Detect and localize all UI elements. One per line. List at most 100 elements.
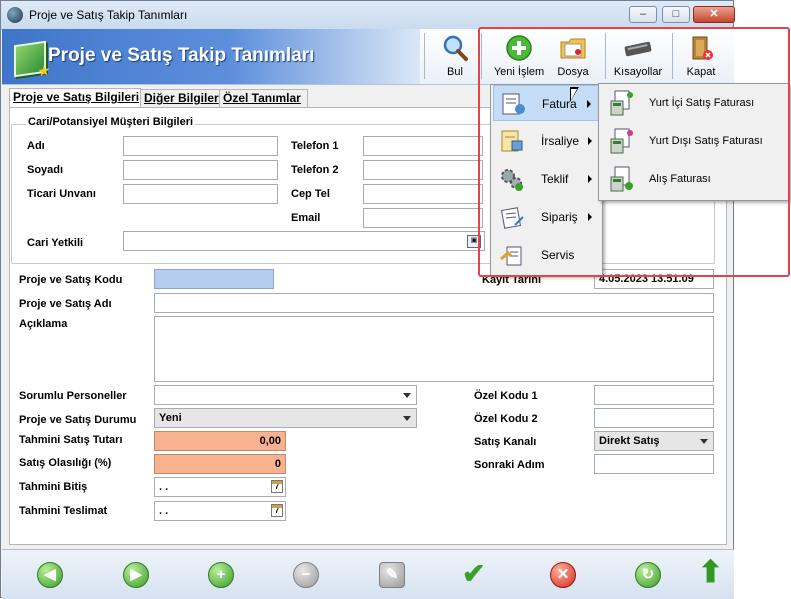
probability-field[interactable]: 0 [154, 454, 286, 474]
folder-icon [560, 38, 586, 59]
edit-record-icon[interactable]: ✎ [379, 562, 405, 588]
menu-item-order[interactable]: Sipariş [493, 199, 600, 235]
sales-channel-label: Satış Kanalı [474, 436, 537, 448]
arrow-up-icon[interactable]: ⬆ [698, 558, 723, 590]
estimated-delivery-field[interactable]: . . 7 [154, 501, 286, 521]
arrow-right-icon[interactable]: ▶ [123, 562, 149, 588]
estimated-end-field[interactable]: . . 7 [154, 477, 286, 497]
shortcuts-button[interactable]: Kısayollar [612, 31, 664, 81]
footer-toolbar: ◀ ▶ + − ✎ ✔ ✕ ↻ ⬆ [2, 549, 734, 599]
menu-item-offer[interactable]: Teklif [493, 161, 600, 197]
contact-label: Cari Yetkili [27, 237, 84, 249]
banner-title: Proje ve Satış Takip Tanımları [48, 45, 315, 66]
tab-other-info[interactable]: Diğer Bilgiler [140, 89, 221, 107]
mouse-cursor-icon [570, 87, 579, 102]
toolbar-separator [605, 33, 606, 79]
name-label: Adı [27, 140, 45, 152]
sales-channel-dropdown[interactable]: Direkt Satış [594, 431, 714, 451]
email-label: Email [291, 212, 321, 224]
menu-item-waybill[interactable]: İrsaliye [493, 123, 600, 159]
name-field[interactable] [123, 136, 278, 156]
estimated-amount-label: Tahmini Satış Tutarı [19, 434, 123, 446]
status-dropdown[interactable]: Yeni [154, 408, 417, 428]
tab-special-definitions[interactable]: Özel Tanımlar [219, 89, 308, 107]
responsible-dropdown[interactable] [154, 385, 417, 405]
window-title: Proje ve Satış Takip Tanımları [29, 8, 188, 22]
responsible-label: Sorumlu Personeller [19, 390, 127, 402]
tab-project-sales-info[interactable]: Proje ve Satış Bilgileri [9, 88, 141, 108]
service-icon [500, 246, 522, 266]
minimize-button[interactable]: – [629, 6, 657, 23]
submenu-item-domestic-sales-invoice[interactable]: Yurt İçi Satış Faturası [601, 85, 787, 121]
find-button-label: Bul [447, 66, 463, 78]
trade-title-label: Ticari Unvanı [27, 188, 96, 200]
foreign-sales-invoice-icon [610, 128, 633, 154]
special-code1-field[interactable] [594, 385, 714, 405]
toolbar-separator [481, 33, 482, 79]
special-code2-field[interactable] [594, 408, 714, 428]
arrow-left-icon[interactable]: ◀ [37, 562, 63, 588]
file-button-label: Dosya [557, 66, 589, 78]
delete-record-icon[interactable]: − [293, 562, 319, 588]
save-check-icon[interactable]: ✔ [462, 560, 490, 588]
lookup-icon[interactable]: ▣ [467, 235, 481, 248]
estimated-end-value: . . [159, 481, 169, 493]
customer-section-title: Cari/Potansiyel Müşteri Bilgileri [26, 116, 196, 128]
email-field[interactable] [363, 208, 483, 228]
magnifier-icon [443, 35, 468, 61]
estimated-amount-field[interactable]: 0,00 [154, 431, 286, 451]
trade-title-field[interactable] [123, 184, 278, 204]
app-icon [7, 7, 23, 23]
special-code1-label: Özel Kodu 1 [474, 390, 538, 402]
code-field[interactable] [154, 269, 274, 289]
mobile-field[interactable] [363, 184, 483, 204]
estimated-delivery-label: Tahmini Teslimat [19, 505, 108, 517]
order-icon [500, 207, 524, 229]
submenu-arrow-icon [588, 175, 592, 183]
toolbar-separator [424, 33, 425, 79]
status-label: Proje ve Satış Durumu [19, 414, 137, 426]
app-logo-icon [14, 40, 46, 78]
submenu-item-purchase-label: Alış Faturası [649, 173, 711, 185]
menu-item-service-label: Servis [541, 248, 575, 262]
title-bar[interactable]: Proje ve Satış Takip Tanımları – □ ✕ [1, 1, 735, 30]
next-step-field[interactable] [594, 454, 714, 474]
calendar-icon[interactable]: 7 [271, 480, 283, 493]
new-transaction-label: Yeni İşlem [493, 66, 545, 78]
menu-item-invoice[interactable]: Fatura [493, 85, 600, 121]
banner: Proje ve Satış Takip Tanımları [2, 29, 420, 84]
contact-field[interactable]: ▣ [123, 231, 485, 251]
refresh-icon[interactable]: ↻ [635, 562, 661, 588]
code-label: Proje ve Satış Kodu [19, 274, 123, 286]
cancel-icon[interactable]: ✕ [550, 562, 576, 588]
submenu-arrow-icon [588, 137, 592, 145]
surname-field[interactable] [123, 160, 278, 180]
exit-button-label: Kapat [686, 66, 716, 78]
menu-item-order-label: Sipariş [541, 210, 578, 224]
new-transaction-button[interactable]: Yeni İşlem [492, 31, 546, 81]
mobile-label: Cep Tel [291, 188, 330, 200]
maximize-button[interactable]: □ [662, 6, 690, 23]
description-field[interactable] [154, 316, 714, 382]
description-label: Açıklama [19, 318, 68, 330]
close-window-button[interactable]: ✕ [693, 6, 735, 23]
submenu-item-foreign-sales-invoice[interactable]: Yurt Dışı Satış Faturası [601, 123, 787, 159]
invoice-submenu: Yurt İçi Satış Faturası Yurt Dışı Satış … [598, 83, 790, 201]
file-button[interactable]: Dosya [554, 31, 592, 81]
submenu-item-foreign-label: Yurt Dışı Satış Faturası [649, 135, 763, 147]
record-date-field[interactable]: 4.05.2023 13.51.09 [594, 269, 714, 289]
project-name-label: Proje ve Satış Adı [19, 298, 112, 310]
phone1-field[interactable] [363, 136, 483, 156]
add-record-icon[interactable]: + [208, 562, 234, 588]
toolbar-separator [672, 33, 673, 79]
gears-icon [501, 169, 523, 191]
exit-button[interactable]: Kapat [684, 31, 718, 81]
calendar-icon[interactable]: 7 [271, 504, 283, 517]
submenu-arrow-icon [587, 100, 591, 108]
menu-item-service[interactable]: Servis [493, 237, 600, 273]
submenu-item-purchase-invoice[interactable]: Alış Faturası [601, 161, 787, 197]
phone2-field[interactable] [363, 160, 483, 180]
menu-item-waybill-label: İrsaliye [541, 134, 580, 148]
find-button[interactable]: Bul [439, 31, 471, 81]
project-name-field[interactable] [154, 293, 714, 313]
